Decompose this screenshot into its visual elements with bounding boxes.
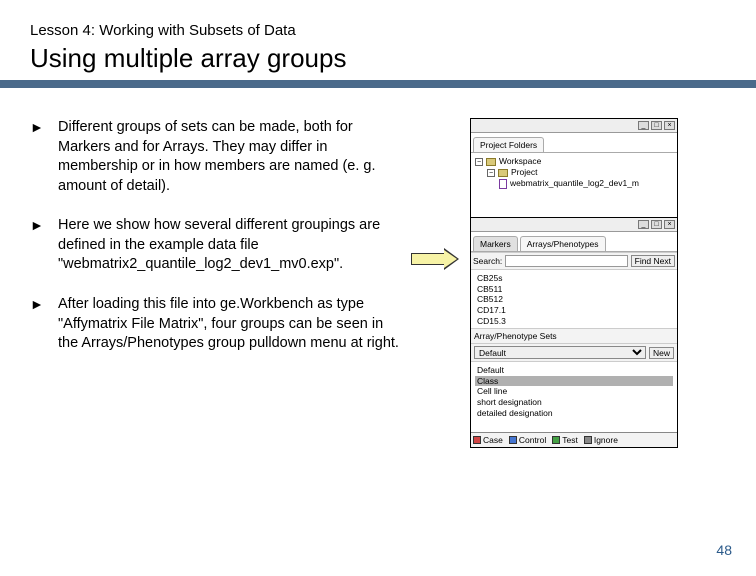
tab-arrays-phenotypes[interactable]: Arrays/Phenotypes xyxy=(520,236,606,251)
bullet-item: ► Here we show how several different gro… xyxy=(30,216,400,275)
title-rule xyxy=(0,80,756,88)
groups-list[interactable]: Default Class Cell line short designatio… xyxy=(471,362,677,432)
project-tree[interactable]: − Workspace − Project webmatrix_quantile… xyxy=(471,153,677,217)
slide-title: Using multiple array groups xyxy=(30,43,726,74)
bullet-list: ► Different groups of sets can be made, … xyxy=(30,118,400,374)
search-input[interactable] xyxy=(505,255,627,267)
panel-max-icon[interactable]: □ xyxy=(651,220,662,229)
list-item[interactable]: Cell line xyxy=(475,386,673,397)
page-number: 48 xyxy=(716,542,732,558)
tree-row-file[interactable]: webmatrix_quantile_log2_dev1_m xyxy=(475,178,673,189)
control-icon xyxy=(509,436,517,444)
panel-min-icon[interactable]: _ xyxy=(638,220,649,229)
project-panel: _ □ × Project Folders − Workspace − xyxy=(471,119,677,218)
new-set-button[interactable]: New xyxy=(649,347,674,359)
ignore-icon xyxy=(584,436,592,444)
test-button[interactable]: Test xyxy=(552,435,578,445)
search-row: Search: Find Next xyxy=(471,252,677,270)
control-button[interactable]: Control xyxy=(509,435,546,445)
tree-row-workspace[interactable]: − Workspace xyxy=(475,156,673,167)
case-icon xyxy=(473,436,481,444)
tree-label: Workspace xyxy=(499,156,541,167)
markers-panel: _ □ × Markers Arrays/Phenotypes Search: … xyxy=(471,218,677,447)
folder-icon xyxy=(498,169,508,177)
bullet-text: After loading this file into ge.Workbenc… xyxy=(58,295,400,354)
test-icon xyxy=(552,436,560,444)
side-panels: _ □ × Project Folders − Workspace − xyxy=(470,118,678,448)
list-item[interactable]: CD17.1 xyxy=(475,305,673,316)
panel-min-icon[interactable]: _ xyxy=(638,121,649,130)
bullet-marker: ► xyxy=(30,295,58,354)
list-item[interactable]: detailed designation xyxy=(475,408,673,419)
tree-collapse-icon[interactable]: − xyxy=(475,158,483,166)
find-next-button[interactable]: Find Next xyxy=(631,255,675,267)
bullet-item: ► Different groups of sets can be made, … xyxy=(30,118,400,196)
classification-bar: Case Control Test Ignore xyxy=(471,432,677,447)
file-icon xyxy=(499,179,507,189)
sets-select-row: Default New xyxy=(471,344,677,362)
array-list[interactable]: CB25s CB511 CB512 CD17.1 CD15.3 xyxy=(471,270,677,328)
case-button[interactable]: Case xyxy=(473,435,503,445)
bullet-marker: ► xyxy=(30,118,58,196)
bullet-text: Different groups of sets can be made, bo… xyxy=(58,118,400,196)
sets-bar: Array/Phenotype Sets xyxy=(471,328,677,344)
tree-label: Project xyxy=(511,167,537,178)
list-item[interactable]: CD15.3 xyxy=(475,316,673,327)
list-item-selected[interactable]: Class xyxy=(475,376,673,387)
tab-project-folders[interactable]: Project Folders xyxy=(473,137,544,152)
panel-close-icon[interactable]: × xyxy=(664,220,675,229)
panel-titlebar: _ □ × xyxy=(471,218,677,232)
tree-collapse-icon[interactable]: − xyxy=(487,169,495,177)
tab-markers[interactable]: Markers xyxy=(473,236,518,251)
lesson-label: Lesson 4: Working with Subsets of Data xyxy=(30,22,726,39)
ignore-button[interactable]: Ignore xyxy=(584,435,618,445)
sets-label: Array/Phenotype Sets xyxy=(474,331,557,341)
bullet-item: ► After loading this file into ge.Workbe… xyxy=(30,295,400,354)
list-item[interactable]: CB511 xyxy=(475,284,673,295)
list-item[interactable]: CB512 xyxy=(475,294,673,305)
list-item[interactable]: Default xyxy=(475,365,673,376)
search-label: Search: xyxy=(473,256,502,266)
list-item[interactable]: short designation xyxy=(475,397,673,408)
tree-row-project[interactable]: − Project xyxy=(475,167,673,178)
tree-label: webmatrix_quantile_log2_dev1_m xyxy=(510,178,639,189)
panel-max-icon[interactable]: □ xyxy=(651,121,662,130)
sets-select[interactable]: Default xyxy=(474,346,646,359)
folder-icon xyxy=(486,158,496,166)
panel-close-icon[interactable]: × xyxy=(664,121,675,130)
panel-titlebar: _ □ × xyxy=(471,119,677,133)
list-item[interactable]: CB25s xyxy=(475,273,673,284)
callout-arrow-icon xyxy=(411,248,459,270)
bullet-marker: ► xyxy=(30,216,58,275)
bullet-text: Here we show how several different group… xyxy=(58,216,400,275)
